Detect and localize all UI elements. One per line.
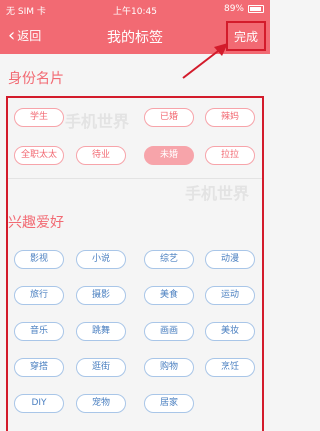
tag-画画[interactable]: 画画 [144,322,194,341]
watermark: 手机世界 [185,184,250,203]
tag-宠物[interactable]: 宠物 [76,394,126,413]
tag-综艺[interactable]: 综艺 [144,250,194,269]
section-title-interests: 兴趣爱好 [8,215,64,231]
tag-烹饪[interactable]: 烹饪 [205,358,255,377]
tag-穿搭[interactable]: 穿搭 [14,358,64,377]
watermark: 手机世界 [65,112,130,131]
tag-拉拉[interactable]: 拉拉 [205,146,255,165]
tag-音乐[interactable]: 音乐 [14,322,64,341]
tag-运动[interactable]: 运动 [205,286,255,305]
tag-全职太太[interactable]: 全职太太 [14,146,64,165]
tag-已婚[interactable]: 已婚 [144,108,194,127]
battery-percent: 89% [223,4,244,14]
tag-影视[interactable]: 影视 [14,250,64,269]
tag-逛街[interactable]: 逛街 [76,358,126,377]
tag-购物[interactable]: 购物 [144,358,194,377]
tag-旅行[interactable]: 旅行 [14,286,64,305]
tag-摄影[interactable]: 摄影 [76,286,126,305]
status-bar: 无 SIM 卡 上午10:45 89% [0,0,270,18]
nav-bar: ‹ 返回 我的标签 完成 [0,18,270,54]
done-button[interactable]: 完成 [226,21,266,51]
tag-小说[interactable]: 小说 [76,250,126,269]
tag-动漫[interactable]: 动漫 [205,250,255,269]
tag-美食[interactable]: 美食 [144,286,194,305]
tag-辣妈[interactable]: 辣妈 [205,108,255,127]
divider [8,178,262,179]
tag-待业[interactable]: 待业 [76,146,126,165]
tag-居家[interactable]: 居家 [144,394,194,413]
battery-icon [248,5,264,13]
tag-跳舞[interactable]: 跳舞 [76,322,126,341]
tag-美妆[interactable]: 美妆 [205,322,255,341]
tag-学生[interactable]: 学生 [14,108,64,127]
tag-DIY[interactable]: DIY [14,394,64,413]
tag-未婚[interactable]: 未婚 [144,146,194,165]
section-title-identity: 身份名片 [8,71,64,87]
